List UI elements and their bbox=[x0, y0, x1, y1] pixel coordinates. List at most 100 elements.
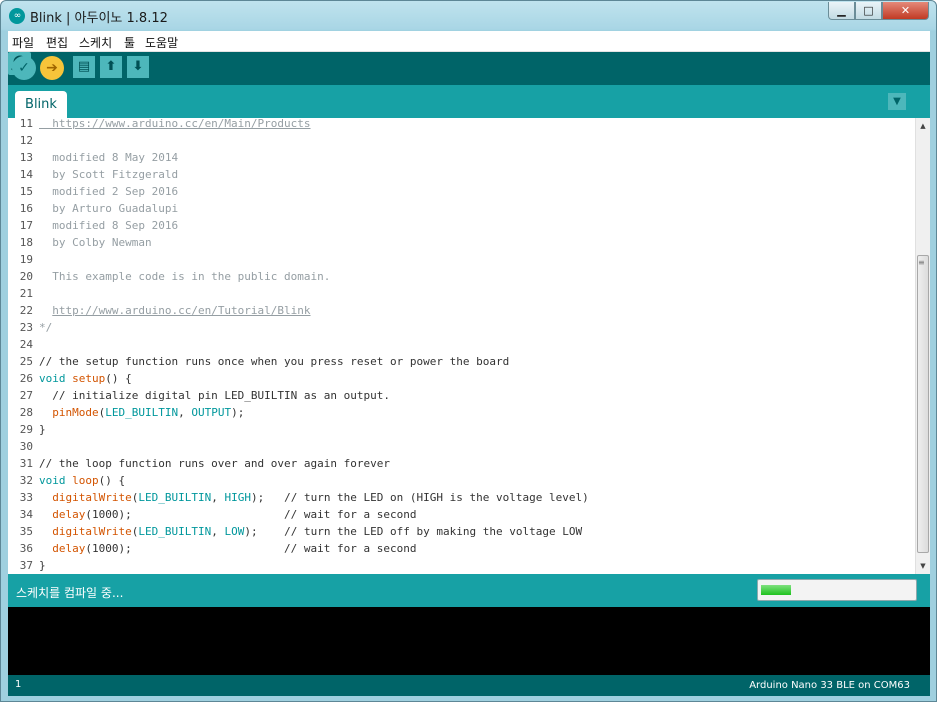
scroll-down-icon[interactable]: ▼ bbox=[916, 559, 930, 573]
menu-sketch[interactable]: 스케치 bbox=[79, 34, 112, 51]
code-token: void bbox=[39, 372, 66, 385]
code-line: 19 bbox=[8, 251, 915, 268]
code-text: } bbox=[39, 421, 46, 438]
scrollbar-thumb[interactable] bbox=[917, 255, 929, 553]
status-bar: 스케치를 컴파일 중... bbox=[8, 574, 930, 607]
code-token: , bbox=[178, 406, 192, 419]
code-text: by Arturo Guadalupi bbox=[39, 200, 178, 217]
code-line: 14 by Scott Fitzgerald bbox=[8, 166, 915, 183]
line-number-gutter: 17 bbox=[19, 219, 33, 232]
status-message: 스케치를 컴파일 중... bbox=[16, 586, 124, 600]
scroll-up-icon[interactable]: ▲ bbox=[916, 119, 930, 133]
line-number-gutter: 13 bbox=[19, 151, 33, 164]
maximize-button[interactable]: □ bbox=[855, 2, 882, 20]
window-title: Blink | 아두이노 1.8.12 bbox=[30, 11, 168, 26]
line-number-gutter: 14 bbox=[19, 168, 33, 181]
code-token: https://www.arduino.cc/en/Main/Products bbox=[39, 118, 311, 130]
menu-edit[interactable]: 편집 bbox=[46, 34, 68, 51]
open-sketch-button[interactable]: ⬆ bbox=[100, 56, 122, 78]
arrow-right-icon: ➔ bbox=[46, 60, 58, 76]
code-token: loop bbox=[72, 474, 99, 487]
code-editor[interactable]: 11 https://www.arduino.cc/en/Main/Produc… bbox=[8, 118, 915, 574]
save-sketch-button[interactable]: ⬇ bbox=[127, 56, 149, 78]
new-file-icon: ▤ bbox=[77, 59, 91, 74]
code-text: by Scott Fitzgerald bbox=[39, 166, 178, 183]
app-window: ∞ Blink | 아두이노 1.8.12 ▁ □ ✕ 파일 편집 스케치 툴 … bbox=[0, 0, 937, 702]
line-number-gutter: 11 bbox=[19, 118, 33, 130]
code-line: 20 This example code is in the public do… bbox=[8, 268, 915, 285]
minimize-button[interactable]: ▁ bbox=[828, 2, 855, 20]
code-line: 37} bbox=[8, 557, 915, 574]
code-token: digitalWrite bbox=[52, 491, 132, 504]
verify-button[interactable]: ✓ bbox=[12, 56, 36, 80]
close-button[interactable]: ✕ bbox=[882, 2, 929, 20]
code-line: 32 void loop() { bbox=[8, 472, 915, 489]
code-line: 36 delay(1000); // wait for a second bbox=[8, 540, 915, 557]
tab-bar: Blink ▼ bbox=[8, 85, 930, 118]
line-number-gutter: 29 bbox=[19, 423, 33, 436]
footer-bar: 1 Arduino Nano 33 BLE on COM63 bbox=[8, 675, 930, 696]
line-number-gutter: 27 bbox=[19, 389, 33, 402]
code-token: LED_BUILTIN bbox=[138, 491, 212, 504]
code-line: 26 void setup() { bbox=[8, 370, 915, 387]
line-number-gutter: 16 bbox=[19, 202, 33, 215]
code-token: HIGH bbox=[224, 491, 251, 504]
console-output[interactable] bbox=[8, 607, 930, 675]
arrow-down-icon: ⬇ bbox=[132, 59, 144, 74]
tab-menu-button[interactable]: ▼ bbox=[888, 93, 906, 110]
menu-tools[interactable]: 툴 bbox=[124, 34, 135, 51]
line-number-gutter: 20 bbox=[19, 270, 33, 283]
code-text: // the setup function runs once when you… bbox=[39, 353, 509, 370]
code-token: ); // turn the LED on (HIGH is the volta… bbox=[250, 491, 589, 504]
menu-help[interactable]: 도움말 bbox=[145, 34, 178, 51]
line-number-gutter: 28 bbox=[19, 406, 33, 419]
line-number-gutter: 26 bbox=[19, 372, 33, 385]
line-number: 1 bbox=[15, 679, 22, 690]
line-number-gutter: 12 bbox=[19, 134, 33, 147]
code-line: 15 modified 2 Sep 2016 bbox=[8, 183, 915, 200]
code-text: digitalWrite(LED_BUILTIN, HIGH); // turn… bbox=[39, 489, 589, 506]
menu-bar: 파일 편집 스케치 툴 도움말 bbox=[8, 31, 930, 52]
toolbar: ✓ ➔ ▤ ⬆ ⬇ bbox=[8, 52, 930, 85]
tab-blink[interactable]: Blink bbox=[15, 91, 67, 118]
code-line: 25 // the setup function runs once when y… bbox=[8, 353, 915, 370]
upload-button[interactable]: ➔ bbox=[40, 56, 64, 80]
line-number-gutter: 22 bbox=[19, 304, 33, 317]
vertical-scrollbar[interactable]: ▲ ≡ ▼ bbox=[915, 118, 930, 574]
code-text: This example code is in the public domai… bbox=[39, 268, 330, 285]
code-line: 34 delay(1000); // wait for a second bbox=[8, 506, 915, 523]
code-line: 21 bbox=[8, 285, 915, 302]
menu-file[interactable]: 파일 bbox=[12, 34, 34, 51]
code-token: ); // turn the LED off by making the vol… bbox=[244, 525, 583, 538]
code-token: ); bbox=[231, 406, 245, 419]
code-text: digitalWrite(LED_BUILTIN, LOW); // turn … bbox=[39, 523, 582, 540]
code-text: void setup() { bbox=[39, 370, 132, 387]
code-token: pinMode bbox=[52, 406, 99, 419]
code-token: by Arturo Guadalupi bbox=[39, 202, 179, 215]
code-line: 31 // the loop function runs over and ove… bbox=[8, 455, 915, 472]
code-token: delay bbox=[52, 508, 86, 521]
code-token: http://www.arduino.cc/en/Tutorial/Blink bbox=[52, 304, 311, 317]
code-line: 18 by Colby Newman bbox=[8, 234, 915, 251]
code-token: } bbox=[39, 559, 46, 572]
code-token: , bbox=[211, 525, 225, 538]
code-line: 35 digitalWrite(LED_BUILTIN, LOW); // tu… bbox=[8, 523, 915, 540]
code-text: delay(1000); // wait for a second bbox=[39, 540, 416, 557]
line-number-gutter: 25 bbox=[19, 355, 33, 368]
code-text: void loop() { bbox=[39, 472, 125, 489]
code-token: OUTPUT bbox=[191, 406, 232, 419]
arduino-logo-icon: ∞ bbox=[9, 8, 25, 24]
new-sketch-button[interactable]: ▤ bbox=[73, 56, 95, 78]
client-area: 파일 편집 스케치 툴 도움말 ✓ ➔ ▤ ⬆ ⬇ Blink ▼ 11 htt… bbox=[8, 31, 930, 696]
code-text: https://www.arduino.cc/en/Main/Products bbox=[39, 118, 311, 132]
line-number-gutter: 24 bbox=[19, 338, 33, 351]
title-bar[interactable]: ∞ Blink | 아두이노 1.8.12 ▁ □ ✕ bbox=[1, 1, 936, 31]
checkmark-icon: ✓ bbox=[18, 60, 30, 76]
code-token: () { bbox=[98, 474, 126, 487]
code-line: 22 http://www.arduino.cc/en/Tutorial/Bli… bbox=[8, 302, 915, 319]
code-text: } bbox=[39, 557, 46, 574]
